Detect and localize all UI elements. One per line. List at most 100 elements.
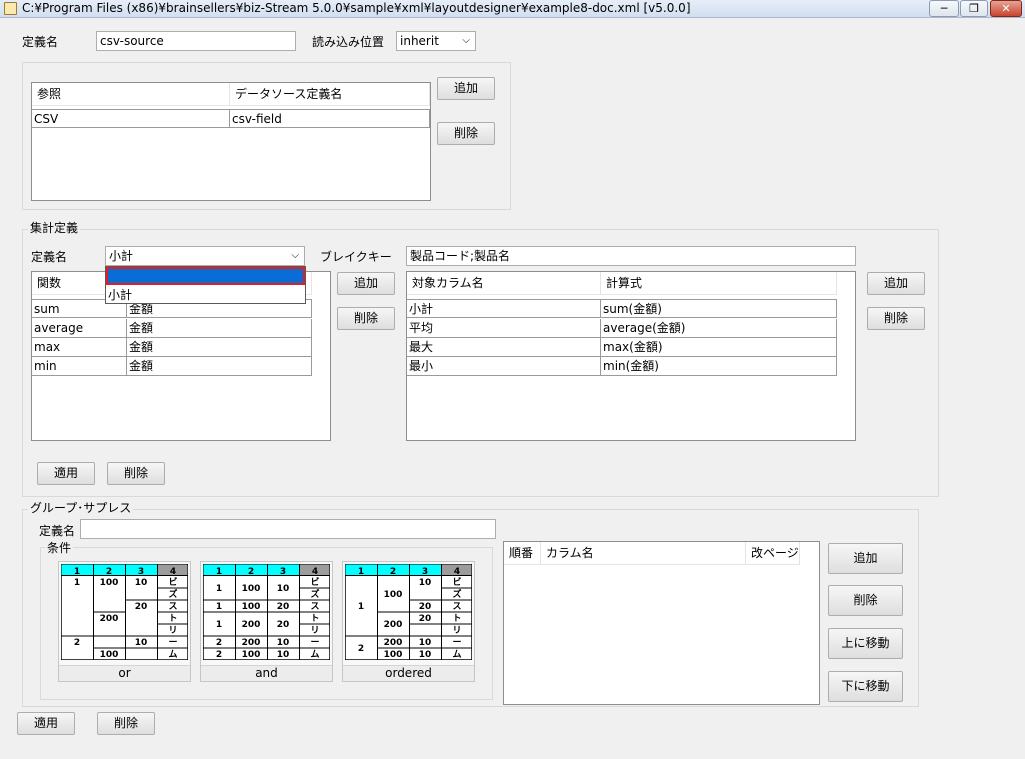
- svg-text:20: 20: [419, 602, 432, 612]
- svg-text:10: 10: [277, 650, 290, 660]
- dropdown-option[interactable]: 小計: [108, 287, 304, 303]
- source-name-label: 定義名: [22, 35, 59, 49]
- break-key-label: ブレイクキー: [320, 250, 392, 264]
- svg-text:100: 100: [384, 650, 403, 660]
- gs-add-button[interactable]: 追加: [828, 543, 903, 574]
- table-row[interactable]: average 金額: [32, 319, 312, 338]
- summary-name-value: 小計: [109, 249, 134, 263]
- svg-text:100: 100: [384, 590, 403, 600]
- col-header: 順番: [504, 542, 541, 564]
- app-icon: [4, 2, 17, 15]
- grid-header-text: 2: [390, 567, 396, 577]
- table-cell: 最小: [407, 357, 601, 375]
- table-cell: average: [32, 319, 127, 337]
- table-row[interactable]: 最大 max(金額): [407, 338, 837, 357]
- summary-delete-button[interactable]: 削除: [107, 462, 165, 485]
- chevron-down-icon: ⌵: [462, 35, 470, 46]
- load-position-label: 読み込み位置: [312, 35, 385, 49]
- grid-col4-char: リ: [310, 625, 319, 636]
- calc-delete-button[interactable]: 削除: [867, 307, 925, 330]
- move-up-button[interactable]: 上に移動: [828, 628, 903, 659]
- break-key-input[interactable]: 製品コード;製品名: [406, 246, 856, 266]
- delete-button[interactable]: 削除: [97, 712, 155, 735]
- col-header: カラム名: [541, 542, 746, 564]
- source-table[interactable]: 参照 データソース定義名 CSV csv-field: [31, 82, 431, 201]
- grid-col4-char: ズ: [168, 588, 177, 600]
- calc-table-header: 対象カラム名 計算式: [407, 272, 837, 295]
- source-table-header: 参照 データソース定義名: [32, 83, 430, 106]
- svg-text:1: 1: [216, 602, 222, 612]
- condition-card-and[interactable]: 1 2 3 4 1 100 10 1 100 20 1 200 20 2 200 10 2 100…: [200, 561, 333, 682]
- source-name-input[interactable]: csv-source: [96, 31, 296, 51]
- gs-delete-button[interactable]: 削除: [828, 585, 903, 616]
- svg-text:2: 2: [216, 638, 222, 648]
- table-row[interactable]: CSV csv-field: [32, 109, 430, 128]
- grid-col4-char: ス: [310, 601, 319, 612]
- svg-text:100: 100: [100, 650, 119, 660]
- calc-table[interactable]: 対象カラム名 計算式 小計 sum(金額) 平均 average(金額) 最大 …: [406, 271, 856, 441]
- function-delete-button[interactable]: 削除: [337, 307, 395, 330]
- svg-text:200: 200: [242, 620, 261, 630]
- table-cell: max(金額): [601, 338, 837, 356]
- svg-text:1: 1: [74, 578, 80, 588]
- svg-text:10: 10: [419, 578, 432, 588]
- condition-title: 条件: [45, 541, 74, 555]
- grid-col4-char: ト: [168, 613, 177, 624]
- grid-col4-char: ズ: [310, 588, 319, 600]
- table-cell: 平均: [407, 319, 601, 337]
- svg-text:10: 10: [135, 638, 148, 648]
- table-row[interactable]: min 金額: [32, 357, 312, 376]
- card-caption: or: [59, 665, 190, 681]
- ordered-grid: 1 2 3 4 110010 2020020 2200 10 100 10 ビ ズ …: [345, 564, 472, 660]
- source-delete-button[interactable]: 削除: [437, 122, 495, 145]
- move-down-button[interactable]: 下に移動: [828, 671, 903, 702]
- and-grid: 1 2 3 4 1 100 10 1 100 20 1 200 20 2 200 10 2 100…: [203, 564, 330, 660]
- function-add-button[interactable]: 追加: [337, 272, 395, 295]
- summary-name-label: 定義名: [31, 250, 68, 264]
- table-row[interactable]: 平均 average(金額): [407, 319, 837, 338]
- minimize-button[interactable]: ─: [929, 0, 959, 17]
- svg-text:10: 10: [277, 638, 290, 648]
- calc-add-button[interactable]: 追加: [867, 272, 925, 295]
- grid-col4-char: ト: [310, 613, 319, 624]
- grid-col4-char: ー: [452, 638, 461, 648]
- restore-button[interactable]: ❐: [960, 0, 988, 17]
- apply-button[interactable]: 適用: [17, 712, 75, 735]
- table-row[interactable]: 小計 sum(金額): [407, 299, 837, 318]
- table-row[interactable]: 最小 min(金額): [407, 357, 837, 376]
- summary-group-title: 集計定義: [28, 221, 81, 235]
- or-grid: 1 2 3 4 1 100 10 20200 2 10100 ビ ズ ス ト リ ー …: [61, 564, 188, 660]
- svg-text:100: 100: [242, 650, 261, 660]
- gs-name-input[interactable]: [80, 519, 496, 539]
- svg-text:10: 10: [419, 650, 432, 660]
- table-cell: min(金額): [601, 357, 837, 375]
- table-cell: 最大: [407, 338, 601, 356]
- table-cell: average(金額): [601, 319, 837, 337]
- card-caption: ordered: [343, 665, 474, 681]
- table-row[interactable]: max 金額: [32, 338, 312, 357]
- summary-apply-button[interactable]: 適用: [37, 462, 95, 485]
- grid-col4-char: ム: [310, 649, 319, 660]
- summary-name-combobox[interactable]: 小計 ⌵: [105, 246, 305, 266]
- svg-text:2: 2: [358, 644, 364, 654]
- group-order-table[interactable]: 順番 カラム名 改ページ: [503, 541, 820, 705]
- table-cell: 金額: [127, 319, 312, 337]
- grid-col4-char: ム: [452, 649, 461, 660]
- grid-col4-char: ビ: [310, 576, 319, 588]
- close-button[interactable]: ✕: [990, 0, 1022, 17]
- card-caption: and: [201, 665, 332, 681]
- svg-text:1: 1: [216, 620, 222, 630]
- svg-text:20: 20: [135, 602, 148, 612]
- grid-col4-char: ス: [168, 601, 177, 612]
- source-add-button[interactable]: 追加: [437, 77, 495, 100]
- load-position-select[interactable]: inherit ⌵: [396, 31, 476, 51]
- grid-header-text: 2: [106, 567, 112, 577]
- condition-card-or[interactable]: 1 2 3 4 1 100 10 20 200 2 10 100 ビ ズ ス ト リ ー …: [58, 561, 191, 682]
- table-cell: CSV: [32, 110, 230, 127]
- svg-text:200: 200: [242, 638, 261, 648]
- svg-text:200: 200: [100, 614, 119, 624]
- dropdown-option-empty[interactable]: [106, 267, 305, 285]
- condition-card-ordered[interactable]: 1 2 3 4 1 100 10 20 200 20 2 200 10 100 10 ビ ズ …: [342, 561, 475, 682]
- grid-header-text: 4: [170, 567, 176, 577]
- chevron-down-icon[interactable]: ⌵: [291, 247, 299, 265]
